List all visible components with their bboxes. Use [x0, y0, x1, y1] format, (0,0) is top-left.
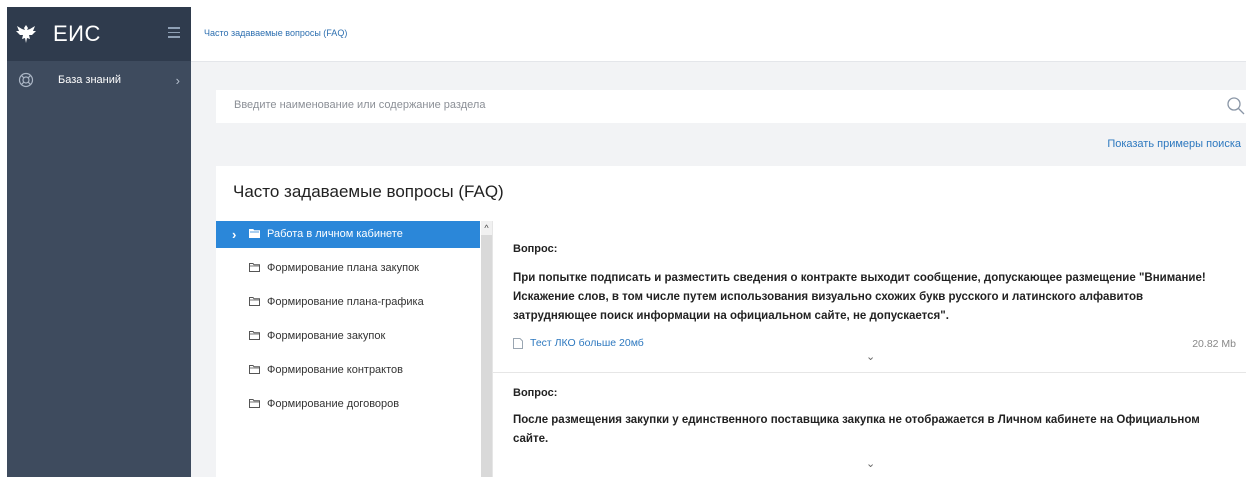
- eagle-emblem-icon[interactable]: [14, 22, 38, 46]
- sidebar: ЕИС База знаний ›: [7, 7, 191, 477]
- tree-item-label: Формирование договоров: [267, 398, 400, 410]
- attachment-size: 20.82 Mb: [1192, 338, 1236, 350]
- file-icon: [513, 337, 523, 349]
- tree-item-label: Работа в личном кабинете: [267, 228, 403, 240]
- tree-item-procurements[interactable]: Формирование закупок: [216, 323, 480, 350]
- tree-item-label: Формирование плана закупок: [267, 262, 419, 274]
- folder-icon: [249, 229, 260, 238]
- category-tree: › Работа в личном кабинете Формирование …: [216, 221, 480, 477]
- scroll-up-icon[interactable]: ^: [481, 221, 492, 235]
- tree-item-contracts[interactable]: Формирование контрактов: [216, 357, 480, 384]
- app-frame: ЕИС База знаний › Часто задаваемые вопро…: [7, 7, 1246, 477]
- top-bar: Часто задаваемые вопросы (FAQ): [191, 7, 1246, 62]
- tree-item-schedule-plan[interactable]: Формирование плана-графика: [216, 289, 480, 316]
- folder-icon: [249, 331, 260, 340]
- panel-title: Часто задаваемые вопросы (FAQ): [233, 182, 504, 201]
- folder-icon: [249, 263, 260, 272]
- attachment-link[interactable]: Тест ЛКО больше 20мб: [513, 337, 644, 349]
- tree-item-label: Формирование контрактов: [267, 364, 403, 376]
- tree-item-agreements[interactable]: Формирование договоров: [216, 391, 480, 418]
- breadcrumb[interactable]: Часто задаваемые вопросы (FAQ): [204, 28, 347, 38]
- question-card: Вопрос: При попытке подписать и размести…: [493, 221, 1246, 371]
- folder-icon: [249, 399, 260, 408]
- faq-panel: Часто задаваемые вопросы (FAQ) › Работа …: [216, 166, 1246, 477]
- question-text: После размещения закупки у единственного…: [513, 414, 1200, 445]
- sidebar-item-knowledge-base[interactable]: База знаний ›: [7, 61, 191, 99]
- tree-scrollbar[interactable]: ^: [481, 221, 492, 477]
- tree-item-label: Формирование закупок: [267, 330, 386, 342]
- question-label: Вопрос:: [513, 243, 558, 255]
- sidebar-item-label: База знаний: [58, 74, 122, 86]
- search-icon[interactable]: [1226, 96, 1246, 116]
- chevron-down-icon[interactable]: ⌄: [866, 457, 875, 470]
- hamburger-icon[interactable]: [168, 27, 180, 41]
- tree-item-procurement-plan[interactable]: Формирование плана закупок: [216, 255, 480, 282]
- tree-item-personal-cabinet[interactable]: › Работа в личном кабинете: [216, 221, 480, 248]
- search-examples-link[interactable]: Показать примеры поиска: [1107, 138, 1241, 150]
- search-bar: [216, 90, 1246, 123]
- app-title[interactable]: ЕИС: [53, 21, 101, 47]
- lifebuoy-icon: [18, 72, 34, 88]
- question-label: Вопрос:: [513, 387, 558, 399]
- chevron-right-icon: ›: [175, 72, 180, 88]
- folder-icon: [249, 297, 260, 306]
- tree-item-label: Формирование плана-графика: [267, 296, 424, 308]
- search-input[interactable]: [232, 98, 1136, 112]
- attachment-name: Тест ЛКО больше 20мб: [530, 337, 644, 349]
- brand-header: ЕИС: [7, 7, 191, 61]
- chevron-right-icon: ›: [232, 227, 237, 242]
- chevron-down-icon[interactable]: ⌄: [866, 350, 875, 363]
- folder-icon: [249, 365, 260, 374]
- question-text: При попытке подписать и разместить сведе…: [513, 272, 1206, 322]
- question-card: Вопрос: После размещения закупки у единс…: [493, 373, 1246, 477]
